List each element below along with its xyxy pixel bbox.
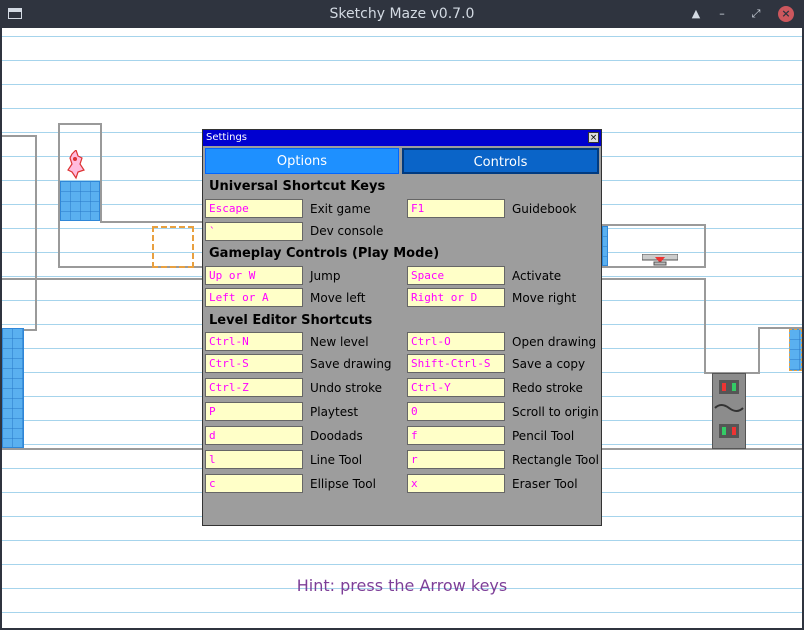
shortcut-label: Open drawing	[512, 335, 597, 349]
shortcut-label: Undo stroke	[310, 381, 383, 395]
blue-block	[789, 329, 802, 371]
shortcut-label: Redo stroke	[512, 381, 583, 395]
shortcut-key-field[interactable]: Ctrl-Z	[205, 378, 303, 397]
close-icon[interactable]: ×	[778, 6, 794, 22]
shortcut-key-field[interactable]: P	[205, 402, 303, 421]
shortcut-label: Jump	[310, 269, 341, 283]
wall-line	[2, 135, 37, 137]
shortcut-key-field[interactable]: Shift-Ctrl-S	[407, 354, 505, 373]
shortcut-key-field[interactable]: Ctrl-S	[205, 354, 303, 373]
shortcut-label: Line Tool	[310, 453, 363, 467]
shortcut-label: Save a copy	[512, 357, 586, 371]
shortcut-label: Dev console	[310, 224, 384, 238]
shortcut-label: Move right	[512, 291, 577, 305]
shortcut-label: Move left	[310, 291, 366, 305]
dashed-region	[152, 226, 194, 268]
shortcut-key-field[interactable]: `	[205, 222, 303, 241]
settings-window: Settings × Options Controls Universal Sh…	[202, 129, 602, 526]
settings-titlebar: Settings ×	[203, 130, 601, 146]
restore-icon[interactable]: ⤢	[748, 6, 764, 22]
blue-block	[2, 328, 24, 448]
shortcut-key-field[interactable]: Escape	[205, 199, 303, 218]
up-arrow-icon[interactable]: ▲	[688, 6, 704, 22]
shortcut-key-field[interactable]: Ctrl-Y	[407, 378, 505, 397]
trapdoor-doodad	[642, 254, 678, 266]
shortcut-label: Ellipse Tool	[310, 477, 376, 491]
shortcut-key-field[interactable]: f	[407, 426, 505, 445]
shortcut-label: Guidebook	[512, 202, 577, 216]
blue-block	[60, 181, 100, 221]
settings-close-button[interactable]: ×	[588, 132, 599, 143]
shortcut-key-field[interactable]: Space	[407, 266, 505, 285]
wall-line	[704, 224, 706, 268]
shortcut-label: Exit game	[310, 202, 371, 216]
shortcut-label: Activate	[512, 269, 562, 283]
shortcut-key-field[interactable]: l	[205, 450, 303, 469]
wall-line	[602, 224, 706, 226]
wall-line	[602, 266, 706, 268]
shortcut-label: Rectangle Tool	[512, 453, 599, 467]
section-editor: Level Editor Shortcuts	[209, 313, 373, 328]
shortcut-key-field[interactable]: c	[205, 474, 303, 493]
blue-block	[602, 226, 608, 266]
floor-line	[2, 448, 204, 450]
shortcut-key-field[interactable]: x	[407, 474, 505, 493]
shortcut-key-field[interactable]: 0	[407, 402, 505, 421]
shortcut-label: Eraser Tool	[512, 477, 578, 491]
hint-text: Hint: press the Arrow keys	[296, 576, 508, 595]
settings-title: Settings	[206, 132, 248, 143]
shortcut-key-field[interactable]: Ctrl-N	[205, 332, 303, 351]
shortcut-key-field[interactable]: Right or D	[407, 288, 505, 307]
wall-line	[2, 278, 204, 280]
settings-tabs: Options Controls	[205, 148, 599, 174]
window-title: Sketchy Maze v0.7.0	[329, 6, 475, 22]
shortcut-key-field[interactable]: d	[205, 426, 303, 445]
player-character	[67, 150, 85, 180]
shortcut-label: Pencil Tool	[512, 429, 575, 443]
shortcut-key-field[interactable]: Left or A	[205, 288, 303, 307]
section-universal: Universal Shortcut Keys	[209, 179, 386, 194]
elevator-graphic	[714, 380, 744, 438]
section-gameplay: Gameplay Controls (Play Mode)	[209, 246, 440, 261]
shortcut-label: Doodads	[310, 429, 363, 443]
wall-line	[100, 221, 204, 223]
window-titlebar: Sketchy Maze v0.7.0 ▲ – ⤢ ×	[0, 0, 804, 28]
tab-controls[interactable]: Controls	[402, 148, 599, 174]
wall-line	[758, 327, 760, 374]
elevator-doodad	[712, 373, 746, 449]
shortcut-label: Scroll to origin	[512, 405, 599, 419]
shortcut-label: Playtest	[310, 405, 359, 419]
wall-line	[602, 278, 706, 280]
wall-line	[704, 278, 706, 374]
shortcut-key-field[interactable]: Up or W	[205, 266, 303, 285]
shortcut-label: New level	[310, 335, 369, 349]
shortcut-key-field[interactable]: F1	[407, 199, 505, 218]
wall-line	[58, 123, 102, 125]
shortcut-label: Save drawing	[310, 357, 392, 371]
tab-options[interactable]: Options	[205, 148, 399, 174]
wall-line	[35, 135, 37, 331]
floor-line	[602, 448, 802, 450]
shortcut-key-field[interactable]: Ctrl-O	[407, 332, 505, 351]
wall-line	[100, 123, 102, 223]
minimize-icon[interactable]: –	[714, 6, 730, 22]
shortcut-key-field[interactable]: r	[407, 450, 505, 469]
